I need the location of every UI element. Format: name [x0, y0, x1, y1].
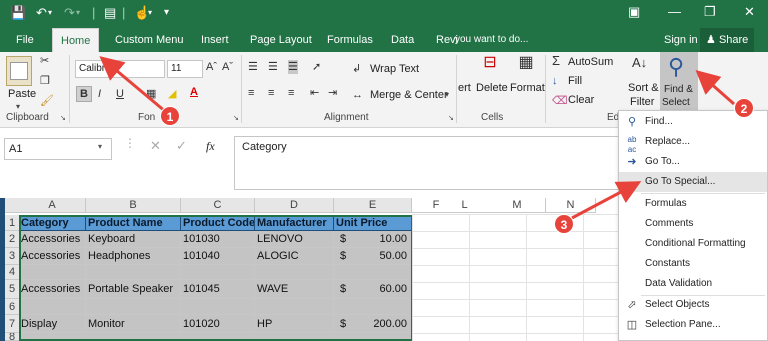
annotation-badge-2: 2	[734, 98, 754, 118]
arrow-to-find-select	[695, 70, 735, 106]
annotation-arrows	[99, 56, 735, 220]
annotation-badge-1: 1	[160, 106, 180, 126]
annotation-badge-3: 3	[554, 214, 574, 234]
arrow-to-go-to-special	[571, 181, 642, 220]
arrow-to-home-tab	[99, 56, 167, 114]
